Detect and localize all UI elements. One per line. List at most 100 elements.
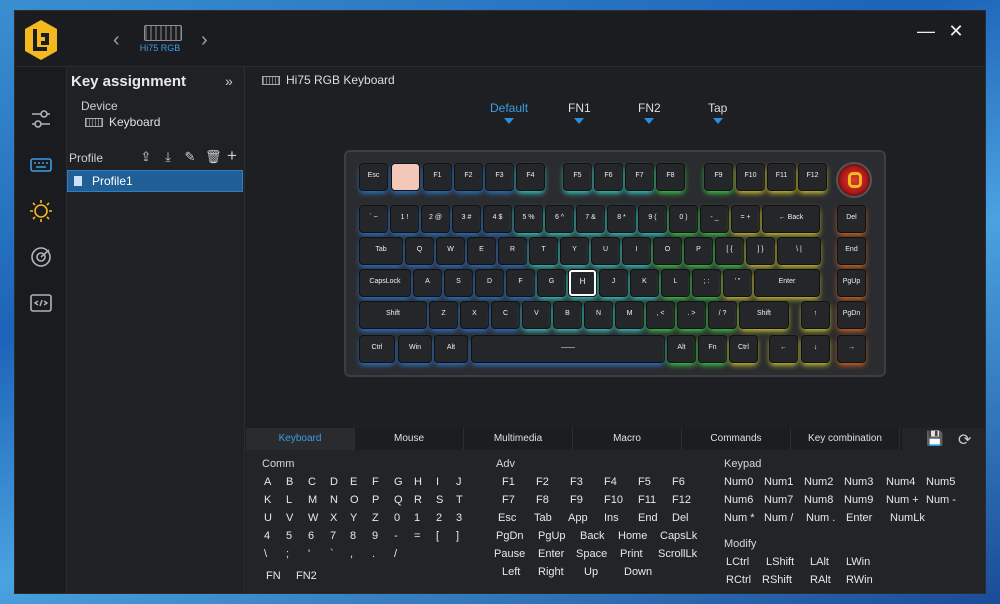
key-option[interactable]: Home bbox=[618, 530, 647, 542]
reset-icon[interactable]: ⟳ bbox=[958, 430, 971, 450]
key-f10[interactable]: F10 bbox=[737, 164, 764, 190]
key-option[interactable]: F9 bbox=[570, 494, 583, 506]
key-option[interactable]: Num0 bbox=[724, 476, 753, 488]
lighting-icon[interactable] bbox=[27, 199, 55, 227]
tab-mouse[interactable]: Mouse bbox=[355, 428, 464, 450]
key-enter[interactable]: Enter bbox=[755, 270, 819, 296]
key-option[interactable]: M bbox=[308, 494, 317, 506]
key-option[interactable]: F1 bbox=[502, 476, 515, 488]
key-option[interactable]: FN2 bbox=[296, 570, 317, 582]
key-pgup[interactable]: PgUp bbox=[838, 270, 865, 296]
key-pgdn[interactable]: PgDn bbox=[838, 302, 865, 328]
key-option[interactable]: PgDn bbox=[496, 530, 524, 542]
tab-keyboard[interactable]: Keyboard bbox=[246, 428, 355, 450]
collapse-icon[interactable]: » bbox=[225, 73, 233, 89]
key-alt[interactable]: Alt bbox=[668, 336, 695, 362]
key-blank[interactable] bbox=[392, 164, 419, 190]
add-icon[interactable]: + bbox=[225, 146, 239, 165]
key-option[interactable]: Num9 bbox=[844, 494, 873, 506]
key-8[interactable]: 8 * bbox=[608, 206, 635, 232]
key-[interactable]: , < bbox=[647, 302, 674, 328]
key-option[interactable]: Num7 bbox=[764, 494, 793, 506]
performance-icon[interactable] bbox=[27, 245, 55, 273]
key-r[interactable]: R bbox=[499, 238, 526, 264]
layer-tab-default[interactable]: Default bbox=[490, 101, 528, 124]
key-option[interactable]: 1 bbox=[414, 512, 420, 524]
profile-item[interactable]: Profile1 bbox=[67, 170, 243, 192]
key-back[interactable]: ← Back bbox=[763, 206, 819, 232]
key-option[interactable]: - bbox=[394, 530, 398, 542]
key-f12[interactable]: F12 bbox=[799, 164, 826, 190]
key-option[interactable]: F7 bbox=[502, 494, 515, 506]
save-icon[interactable]: 💾 bbox=[926, 430, 943, 447]
key-f8[interactable]: F8 bbox=[657, 164, 684, 190]
keyboard-icon[interactable] bbox=[27, 153, 55, 181]
key-del[interactable]: Del bbox=[838, 206, 865, 232]
key-f[interactable]: F bbox=[507, 270, 534, 296]
key-f6[interactable]: F6 bbox=[595, 164, 622, 190]
key-option[interactable]: F11 bbox=[638, 494, 656, 506]
key-option[interactable]: F8 bbox=[536, 494, 549, 506]
key-option[interactable]: LShift bbox=[766, 556, 794, 568]
key-[interactable]: ' " bbox=[724, 270, 751, 296]
key-q[interactable]: Q bbox=[406, 238, 433, 264]
key-g[interactable]: G bbox=[538, 270, 565, 296]
key-option[interactable]: 6 bbox=[308, 530, 314, 542]
key-f4[interactable]: F4 bbox=[517, 164, 544, 190]
export-icon[interactable]: ⇪ bbox=[139, 149, 153, 164]
key-option[interactable]: Num * bbox=[724, 512, 755, 524]
knob-icon[interactable] bbox=[836, 162, 872, 198]
key-capslock[interactable]: CapsLock bbox=[360, 270, 410, 296]
key-5[interactable]: 5 % bbox=[515, 206, 542, 232]
key-[interactable]: ↓ bbox=[802, 336, 829, 362]
key-[interactable]: —— bbox=[472, 336, 664, 362]
key-option[interactable]: A bbox=[264, 476, 271, 488]
key-option[interactable]: Num5 bbox=[926, 476, 955, 488]
key-[interactable]: → bbox=[838, 336, 865, 362]
key-option[interactable]: , bbox=[350, 548, 353, 560]
key-option[interactable]: Pause bbox=[494, 548, 525, 560]
key-3[interactable]: 3 # bbox=[453, 206, 480, 232]
key-c[interactable]: C bbox=[492, 302, 519, 328]
device-item[interactable]: Keyboard bbox=[85, 115, 160, 129]
key-option[interactable]: Num3 bbox=[844, 476, 873, 488]
key-[interactable]: ] } bbox=[747, 238, 774, 264]
key-[interactable]: ↑ bbox=[802, 302, 829, 328]
key-option[interactable]: B bbox=[286, 476, 293, 488]
key-option[interactable]: Up bbox=[584, 566, 598, 578]
key-f11[interactable]: F11 bbox=[768, 164, 795, 190]
key-fn[interactable]: Fn bbox=[699, 336, 726, 362]
key-option[interactable]: T bbox=[456, 494, 463, 506]
key-f5[interactable]: F5 bbox=[564, 164, 591, 190]
tab-key-combination[interactable]: Key combination bbox=[791, 428, 900, 450]
import-icon[interactable]: ⤓ bbox=[161, 149, 175, 164]
key-option[interactable]: RAlt bbox=[810, 574, 831, 586]
key-option[interactable]: CapsLk bbox=[660, 530, 697, 542]
key-option[interactable]: D bbox=[330, 476, 338, 488]
key-b[interactable]: B bbox=[554, 302, 581, 328]
key-option[interactable]: NumLk bbox=[890, 512, 925, 524]
key-option[interactable]: Num2 bbox=[804, 476, 833, 488]
trash-icon[interactable]: 🗑 bbox=[205, 149, 222, 164]
key-option[interactable]: Y bbox=[350, 512, 357, 524]
key-option[interactable]: H bbox=[414, 476, 422, 488]
key-option[interactable]: Esc bbox=[498, 512, 516, 524]
key-option[interactable]: 7 bbox=[330, 530, 336, 542]
key-f7[interactable]: F7 bbox=[626, 164, 653, 190]
key-7[interactable]: 7 & bbox=[577, 206, 604, 232]
key-option[interactable]: J bbox=[456, 476, 462, 488]
key-option[interactable]: C bbox=[308, 476, 316, 488]
key-i[interactable]: I bbox=[623, 238, 650, 264]
key-[interactable]: [ { bbox=[716, 238, 743, 264]
key-p[interactable]: P bbox=[685, 238, 712, 264]
key-option[interactable]: LCtrl bbox=[726, 556, 749, 568]
key-option[interactable]: LAlt bbox=[810, 556, 829, 568]
key-option[interactable]: ScrollLk bbox=[658, 548, 697, 560]
key-f1[interactable]: F1 bbox=[424, 164, 451, 190]
close-button[interactable]: ✕ bbox=[945, 21, 967, 43]
key-option[interactable]: Tab bbox=[534, 512, 552, 524]
key-x[interactable]: X bbox=[461, 302, 488, 328]
key-option[interactable]: 5 bbox=[286, 530, 292, 542]
key-option[interactable]: Z bbox=[372, 512, 379, 524]
key-option[interactable]: F3 bbox=[570, 476, 583, 488]
